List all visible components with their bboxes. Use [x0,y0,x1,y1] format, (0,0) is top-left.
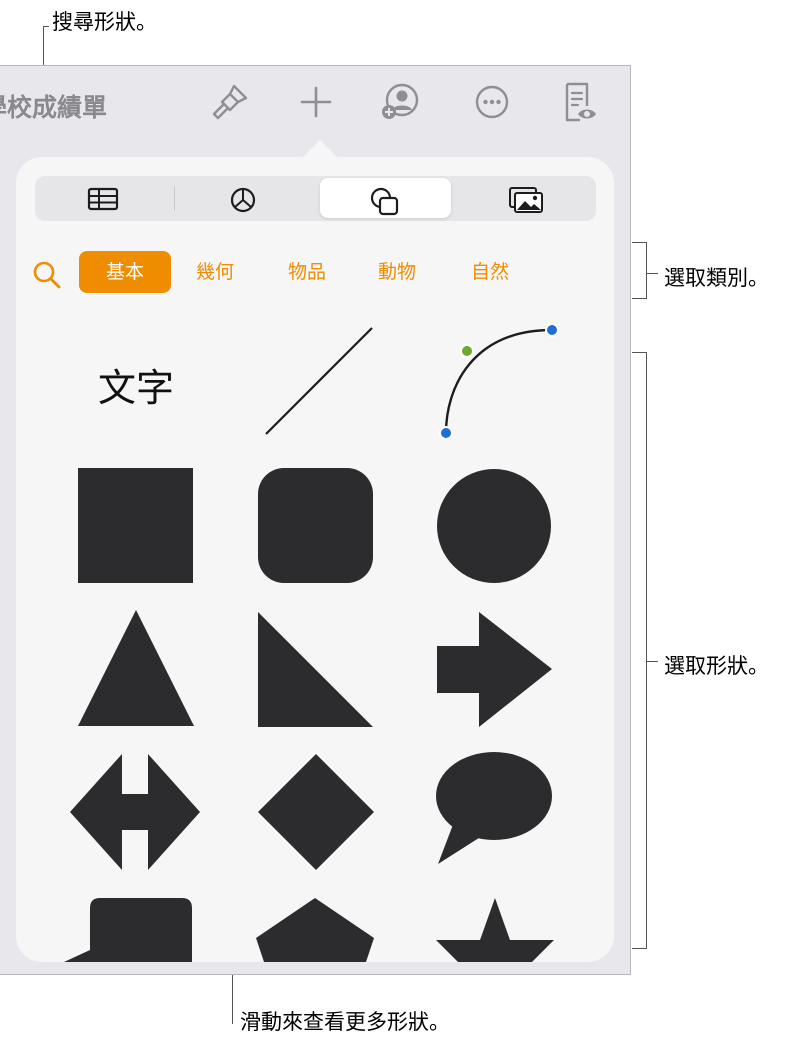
shape-circle[interactable] [436,468,552,584]
categories-bracket-bottom [632,298,646,299]
category-basic[interactable]: 基本 [79,251,171,293]
more-icon[interactable] [470,80,514,124]
shape-arrow[interactable] [437,612,552,727]
categories-bracket-top [632,242,646,243]
shape-pentagon[interactable] [256,898,374,962]
chart-icon[interactable] [228,186,258,214]
scroll-callout: 滑動來查看更多形狀。 [240,1010,450,1034]
search-callout: 搜尋形狀。 [52,10,157,34]
categories-bracket [646,242,647,299]
category-nature[interactable]: 自然 [455,251,525,293]
shape-icon[interactable] [368,186,402,218]
shapes-bracket-tick [646,661,658,662]
add-icon[interactable] [294,80,338,124]
shape-diamond[interactable] [258,754,374,870]
shapes-bracket-bottom [632,948,646,949]
search-callout-tick [43,26,49,27]
curve-start-point[interactable] [439,426,453,440]
shapes-bracket-top [632,352,646,353]
collaborate-icon[interactable] [378,80,422,124]
shape-speech-bubble[interactable] [436,752,554,864]
segment-divider [174,186,175,211]
shape-line[interactable] [258,322,378,440]
shape-star[interactable] [436,898,554,962]
shape-right-triangle[interactable] [258,612,373,727]
category-geometry[interactable]: 幾何 [180,251,250,293]
paintbrush-icon[interactable] [208,80,252,124]
media-icon[interactable] [508,186,544,214]
categories-bracket-tick [646,273,658,274]
shape-text[interactable]: 文字 [98,357,174,412]
shape-callout-box[interactable] [64,898,194,962]
table-icon[interactable] [86,186,120,212]
categories-callout: 選取類別。 [664,266,769,290]
category-animals[interactable]: 動物 [362,251,432,293]
shape-curve[interactable] [432,318,562,446]
shapes-bracket [646,352,647,949]
shape-rounded-square[interactable] [258,468,373,583]
reader-view-icon[interactable] [558,80,602,124]
curve-control-point[interactable] [460,344,474,358]
category-objects[interactable]: 物品 [272,251,342,293]
curve-end-point[interactable] [545,323,559,337]
shape-double-arrow[interactable] [70,754,200,870]
search-icon[interactable] [30,258,64,292]
shape-square[interactable] [78,468,193,583]
shape-triangle[interactable] [78,610,194,726]
document-title[interactable]: 學校成績單 [0,88,107,124]
shapes-callout: 選取形狀。 [664,654,769,678]
